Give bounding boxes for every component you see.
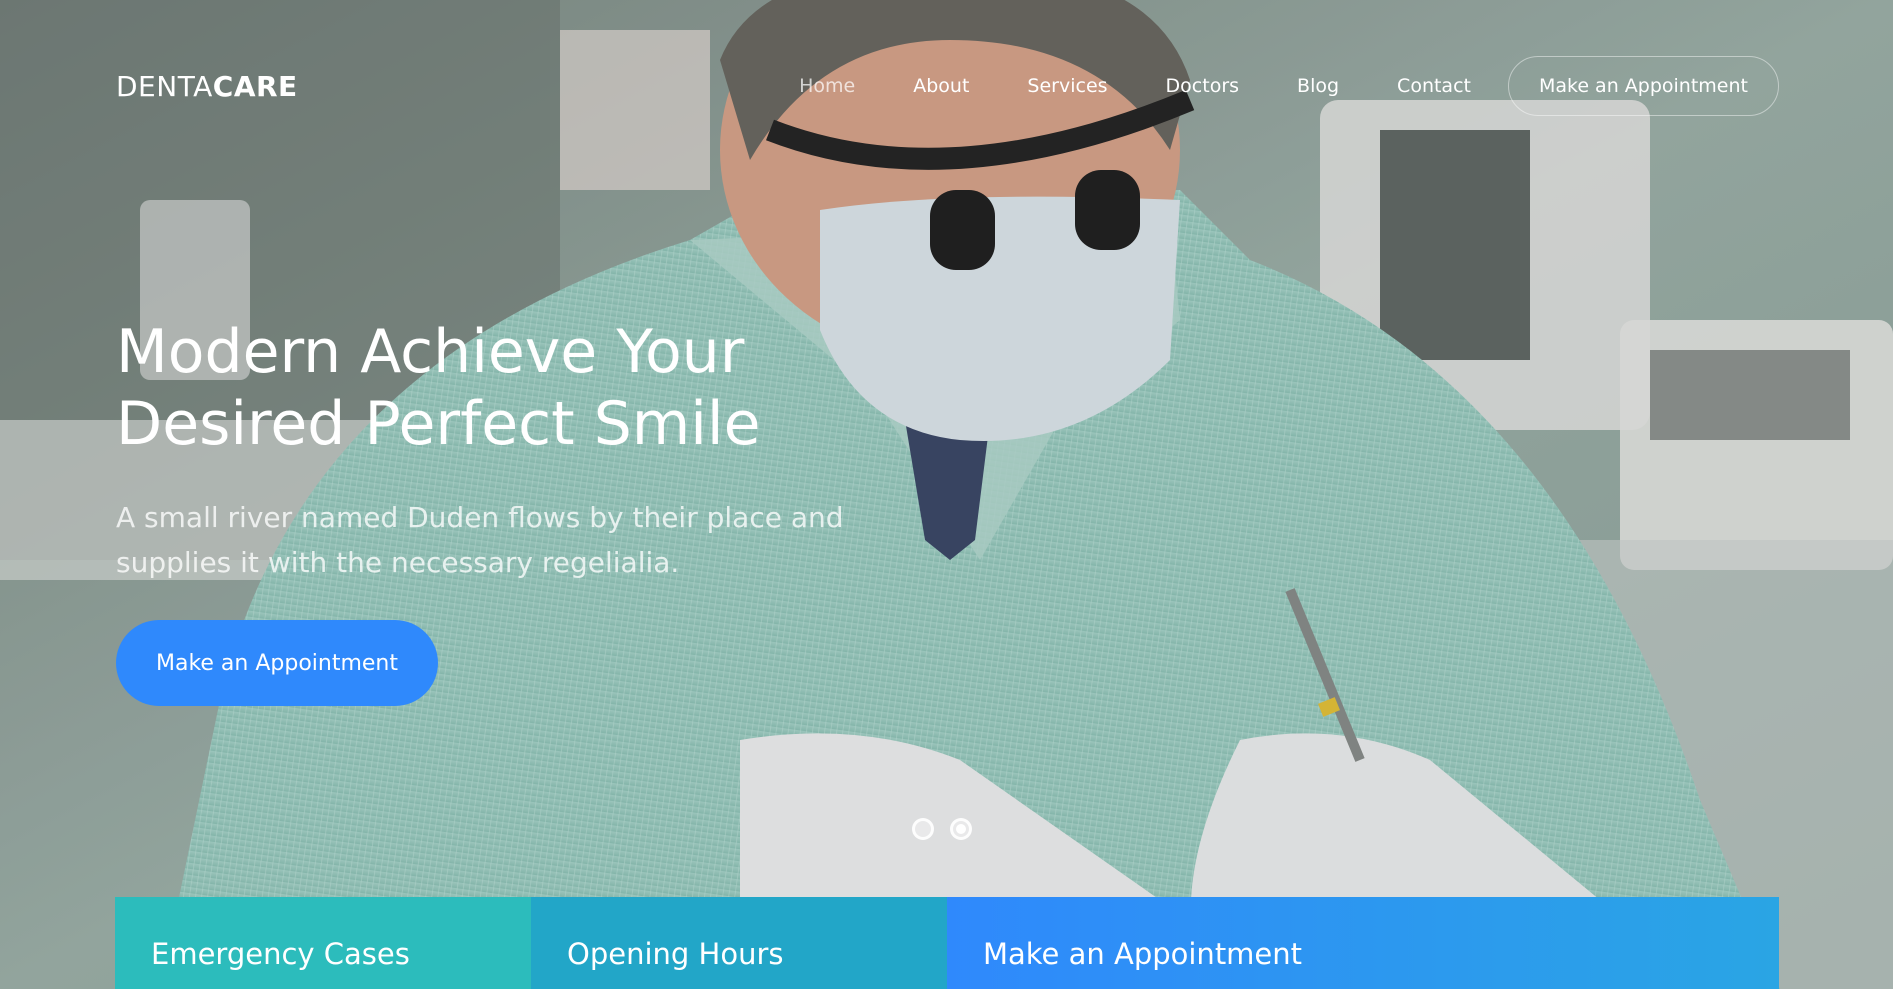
appointment-panel[interactable]: Make an Appointment bbox=[947, 897, 1779, 989]
nav-item-services[interactable]: Services bbox=[998, 61, 1136, 111]
logo-light-text: DENTA bbox=[116, 70, 213, 103]
hero-subtext: A small river named Duden flows by their… bbox=[116, 501, 844, 579]
nav-item-contact[interactable]: Contact bbox=[1368, 61, 1500, 111]
nav-item-about[interactable]: About bbox=[884, 61, 998, 111]
hero-headline-line2: Desired Perfect Smile bbox=[116, 389, 761, 459]
main-nav: Home About Services Doctors Blog Contact… bbox=[770, 56, 1779, 116]
opening-hours-panel[interactable]: Opening Hours bbox=[531, 897, 947, 989]
slider-dot-2[interactable] bbox=[950, 818, 972, 840]
emergency-cases-panel[interactable]: Emergency Cases bbox=[115, 897, 531, 989]
opening-hours-title: Opening Hours bbox=[567, 937, 784, 971]
emergency-cases-title: Emergency Cases bbox=[151, 937, 410, 971]
hero-appointment-button[interactable]: Make an Appointment bbox=[116, 620, 438, 706]
nav-item-home[interactable]: Home bbox=[770, 61, 884, 111]
slider-dots bbox=[912, 818, 972, 840]
nav-item-doctors[interactable]: Doctors bbox=[1137, 61, 1269, 111]
nav-appointment-button[interactable]: Make an Appointment bbox=[1507, 56, 1779, 116]
hero-section: DENTACARE Home About Services Doctors Bl… bbox=[0, 0, 1893, 989]
slider-dot-1[interactable] bbox=[912, 818, 934, 840]
hero-headline: Modern Achieve Your Desired Perfect Smil… bbox=[116, 316, 876, 460]
appointment-panel-title: Make an Appointment bbox=[983, 937, 1303, 971]
hero-headline-line1: Modern Achieve Your bbox=[116, 317, 745, 387]
info-strip: Emergency Cases Opening Hours Make an Ap… bbox=[115, 897, 1779, 989]
nav-item-blog[interactable]: Blog bbox=[1268, 61, 1368, 111]
site-logo[interactable]: DENTACARE bbox=[116, 70, 298, 103]
logo-bold-text: CARE bbox=[212, 70, 298, 103]
